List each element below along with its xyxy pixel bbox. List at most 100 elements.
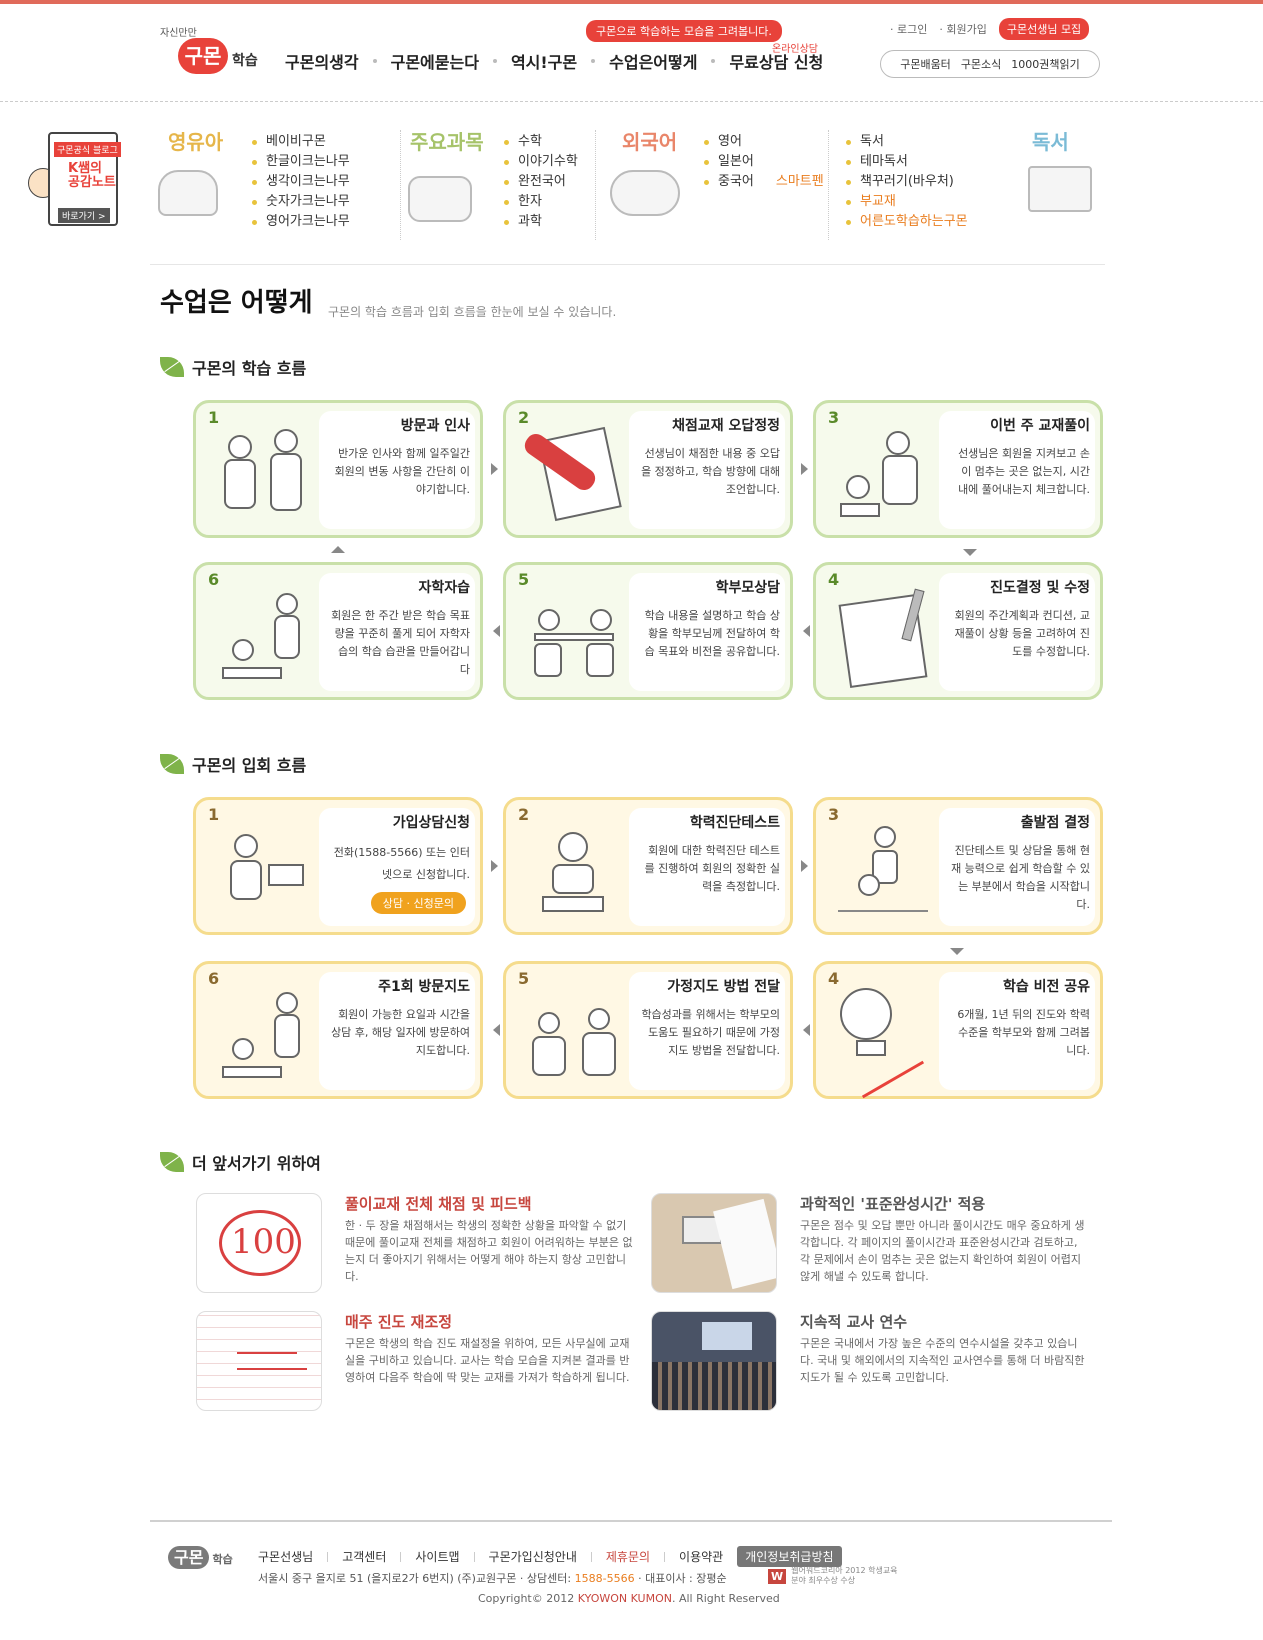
footer-logo[interactable]: 구몬 학습 xyxy=(168,1544,233,1569)
subject-link[interactable]: 영어 xyxy=(704,132,864,152)
arrow-right-icon xyxy=(801,860,808,872)
child-head xyxy=(558,832,588,862)
quick-link-news[interactable]: 구몬소식 xyxy=(961,56,1001,72)
timer-photo xyxy=(651,1193,777,1293)
subject-nav: 영유아 베이비구몬 한글이크는나무 생각이크는나무 숫자가크는나무 영어가크는나… xyxy=(150,120,1105,265)
step-title: 방문과 인사 xyxy=(400,418,470,434)
footer-address: 서울시 중구 을지로 51 (을지로2가 6번지) (주)교원구몬 · 상담센터… xyxy=(258,1572,727,1585)
section-heading-enroll: 구몬의 입회 흐름 xyxy=(160,752,306,776)
enroll-step-6: 6 주1회 방문지도 회원이 가능한 요일과 시간을 상담 후, 해당 일자에 … xyxy=(193,961,483,1099)
study-step-4: 4 진도결정 및 수정 회원의 주간계획과 컨디션, 교재풀이 상황 등을 고려… xyxy=(813,562,1103,700)
person-head xyxy=(886,431,910,455)
test-paper xyxy=(542,896,604,912)
blog-banner[interactable]: 구몬공식 블로그 K쌤의 공감노트 바로가기 > xyxy=(28,128,123,238)
nav-item-about[interactable]: 역시!구몬 xyxy=(511,49,577,73)
utility-links: · 로그인 · 회원가입 구몬선생님 모집 xyxy=(890,18,1090,40)
enroll-step-1: 1 가입상담신청 전화(1588-5566) 또는 인터넷으로 신청합니다. 상… xyxy=(193,797,483,935)
progress-line xyxy=(237,1368,307,1370)
footer-link-join-guide[interactable]: 구몬가입신청안내 xyxy=(489,1548,577,1565)
test-illustration xyxy=(528,824,618,924)
subject-link[interactable]: 영어가크는나무 xyxy=(252,212,372,232)
footer-link-support[interactable]: 고객센터 xyxy=(342,1548,386,1565)
step-number: 3 xyxy=(828,408,840,427)
logo-tagline: 자신만만 xyxy=(160,28,197,39)
nav-item-class[interactable]: 수업은어떻게 xyxy=(609,49,697,73)
footer-link-partnership[interactable]: 제휴문의 xyxy=(606,1548,650,1565)
consult-illustration xyxy=(528,589,618,689)
step-number: 1 xyxy=(208,408,220,427)
subject-link[interactable]: 어른도학습하는구몬 xyxy=(846,212,1006,232)
quick-link-learning[interactable]: 구몬배움터 xyxy=(900,56,951,72)
subject-link[interactable]: 완전국어 xyxy=(504,172,604,192)
separator xyxy=(590,1551,592,1562)
advance-title: 지속적 교사 연수 xyxy=(800,1313,908,1331)
subject-link[interactable]: 이야기수학 xyxy=(504,152,604,172)
header-divider xyxy=(0,101,1263,102)
subject-link[interactable]: 한글이크는나무 xyxy=(252,152,372,172)
book xyxy=(222,1066,282,1078)
start-line xyxy=(838,910,928,912)
section-title: 구몬의 학습 흐름 xyxy=(192,359,307,378)
nav-dot xyxy=(711,59,716,63)
study-step-1: 1 방문과 인사 반가운 인사와 함께 일주일간 회원의 변동 사항을 간단히 … xyxy=(193,400,483,538)
step-title: 진도결정 및 수정 xyxy=(990,580,1090,596)
subject-link[interactable]: 수학 xyxy=(504,132,604,152)
step-title: 가정지도 방법 전달 xyxy=(667,979,780,995)
divider xyxy=(595,130,596,240)
nav-item-philosophy[interactable]: 구몬의생각 xyxy=(285,49,359,73)
subject-link[interactable]: 과학 xyxy=(504,212,604,232)
study-illustration xyxy=(838,427,928,527)
logo[interactable]: 자신만만 구몬 학습 xyxy=(160,22,260,82)
advance-item-standard-time: 과학적인 '표준완성시간' 적용 구몬은 점수 및 오답 뿐만 아니라 풀이시간… xyxy=(615,1193,1084,1303)
step-desc: 6개월, 1년 뒤의 진도와 학력 수준을 학부모와 함께 그려봅니다. xyxy=(957,1008,1090,1057)
arrow-right-icon xyxy=(491,860,498,872)
step-desc: 선생님은 회원을 지켜보고 손이 멈추는 곳은 없는지, 시간 내에 풀어내는지… xyxy=(958,447,1090,496)
center-label: 상담센터: xyxy=(526,1572,572,1585)
nav-item-free-consult[interactable]: 무료상담 신청 xyxy=(729,49,823,73)
parent-guide-illustration xyxy=(528,988,618,1088)
person-body xyxy=(274,615,300,659)
footer-link-teacher[interactable]: 구몬선생님 xyxy=(258,1548,313,1565)
advance-title: 풀이교재 전체 채점 및 피드백 xyxy=(345,1195,532,1213)
backpack-icon xyxy=(158,170,218,216)
subject-link[interactable]: 생각이크는나무 xyxy=(252,172,372,192)
login-link[interactable]: · 로그인 xyxy=(890,21,927,37)
consult-apply-button[interactable]: 상담 · 신청문의 xyxy=(370,892,466,914)
study-step-2: 2 채점교재 오답정정 선생님이 채점한 내용 중 오답을 정정하고, 학습 방… xyxy=(503,400,793,538)
footer-link-sitemap[interactable]: 사이트맵 xyxy=(415,1548,459,1565)
advance-item-feedback: 100 풀이교재 전체 채점 및 피드백 한 · 두 장을 채점해서는 학생의 … xyxy=(160,1193,633,1303)
speech-bubble-icon xyxy=(610,170,680,216)
step-number: 6 xyxy=(208,969,220,988)
recruit-button[interactable]: 구몬선생님 모집 xyxy=(998,18,1090,40)
footer-link-terms[interactable]: 이용약관 xyxy=(679,1548,723,1565)
person-head xyxy=(538,1012,560,1034)
subject-link[interactable]: 숫자가크는나무 xyxy=(252,192,372,212)
subject-link[interactable]: 한자 xyxy=(504,192,604,212)
smartpen-link[interactable]: 스마트펜 xyxy=(764,174,824,189)
subject-link[interactable]: 테마독서 xyxy=(846,152,1006,172)
join-link[interactable]: · 회원가입 xyxy=(939,21,986,37)
subject-link[interactable]: 독서 xyxy=(846,132,1006,152)
step-desc: 회원의 주간계획과 컨디션, 교재풀이 상황 등을 고려하여 진도를 수정합니다… xyxy=(954,609,1090,658)
step-title: 채점교재 오답정정 xyxy=(672,418,780,434)
header: 자신만만 구몬 학습 구몬으로 학습하는 모습을 그려봅니다. 온라인상담 구몬… xyxy=(0,4,1263,104)
person-body xyxy=(230,860,262,900)
arrow-right-icon xyxy=(491,463,498,475)
logo-subtext: 학습 xyxy=(232,53,258,69)
separator xyxy=(327,1551,329,1562)
footer-link-privacy[interactable]: 개인정보취급방침 xyxy=(737,1546,842,1567)
arrow-left-icon xyxy=(803,625,810,637)
step-number: 2 xyxy=(518,408,530,427)
ceo-text: 대표이사 : 장평순 xyxy=(645,1572,727,1585)
subject-link[interactable]: 베이비구몬 xyxy=(252,132,372,152)
nav-item-faq[interactable]: 구몬에묻는다 xyxy=(391,49,479,73)
arrow-left-icon xyxy=(493,625,500,637)
subject-link-chinese[interactable]: 중국어 xyxy=(718,174,754,189)
subject-link[interactable]: 책꾸러기(바우처) xyxy=(846,172,1006,192)
subject-link: 중국어 스마트펜 xyxy=(704,172,864,192)
book-icon xyxy=(1028,166,1092,212)
subject-link[interactable]: 부교재 xyxy=(846,192,1006,212)
subject-link[interactable]: 일본어 xyxy=(704,152,864,172)
quick-link-books[interactable]: 1000권책읽기 xyxy=(1011,56,1079,72)
blog-go-button[interactable]: 바로가기 > xyxy=(58,208,110,223)
